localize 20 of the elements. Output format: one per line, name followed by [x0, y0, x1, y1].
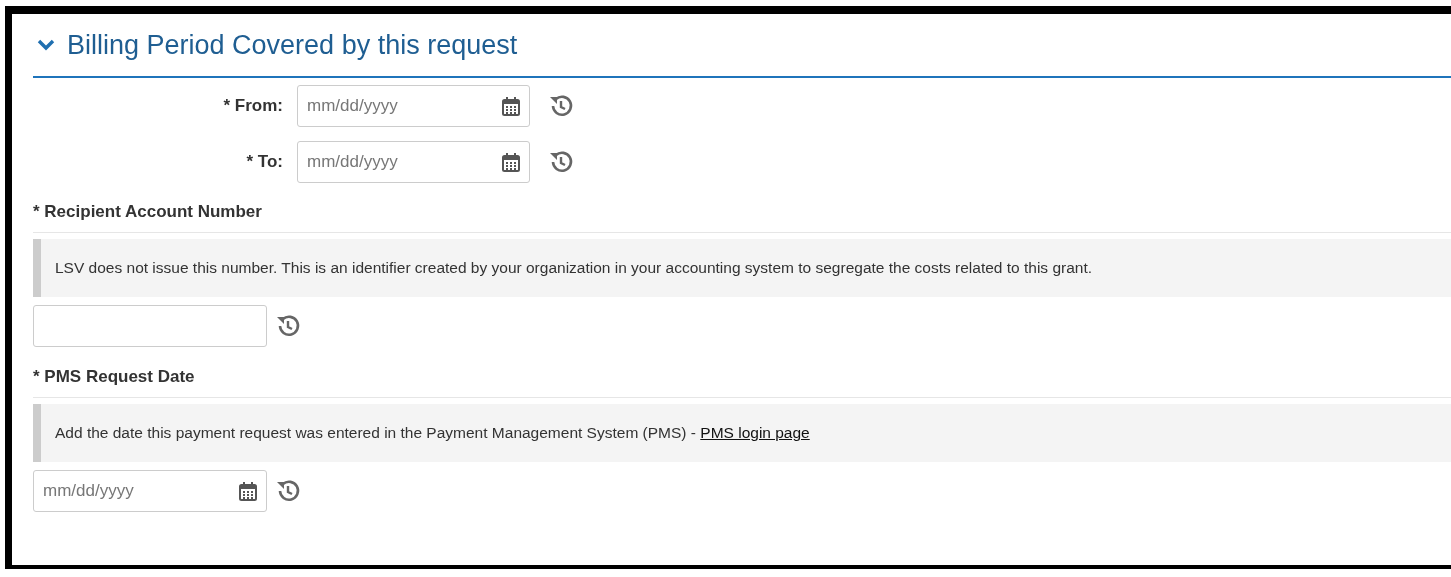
calendar-icon[interactable]: [502, 152, 520, 172]
date-field[interactable]: mm/dd/yyyy: [297, 85, 530, 127]
field-label: * To:: [245, 152, 283, 172]
field-label: * PMS Request Date: [33, 355, 1451, 398]
text-field[interactable]: [33, 305, 267, 347]
calendar-icon[interactable]: [239, 481, 257, 501]
history-icon[interactable]: [275, 479, 301, 503]
field-label: * From:: [222, 96, 283, 116]
help-text: Add the date this payment request was entered in the Payment Management System (PMS) - PMS login page: [33, 404, 1451, 462]
field-label: * Recipient Account Number: [33, 190, 1451, 233]
history-icon[interactable]: [548, 94, 574, 118]
help-text: LSV does not issue this number. This is an identifier created by your organization in your accounting system to segregate the costs related to this grant.: [33, 239, 1451, 297]
date-field[interactable]: mm/dd/yyyy: [33, 470, 267, 512]
date-field[interactable]: mm/dd/yyyy: [297, 141, 530, 183]
section-title[interactable]: Billing Period Covered by this request: [67, 29, 518, 61]
history-icon[interactable]: [548, 150, 574, 174]
login-link[interactable]: PMS login page: [700, 424, 810, 441]
calendar-icon[interactable]: [502, 96, 520, 116]
history-icon[interactable]: [275, 314, 301, 338]
chevron-icon[interactable]: [37, 38, 55, 52]
